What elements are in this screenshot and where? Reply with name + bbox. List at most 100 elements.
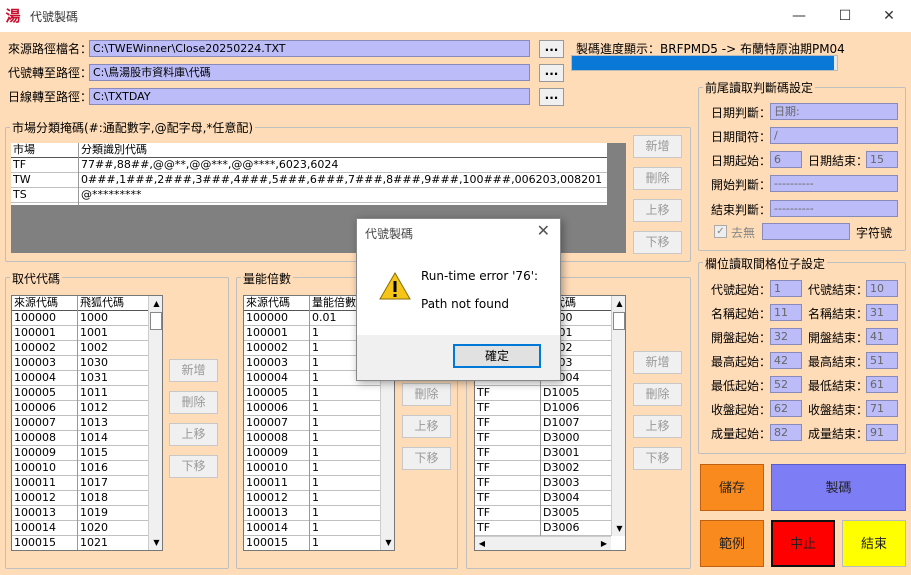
table-cell[interactable]: 1 [310, 461, 380, 476]
table-cell[interactable]: 1002 [78, 341, 148, 356]
table-cell[interactable]: 1031 [78, 371, 148, 386]
table-cell[interactable]: 1016 [78, 461, 148, 476]
table-cell[interactable]: 100007 [244, 416, 310, 431]
table-cell[interactable]: 100014 [244, 521, 310, 536]
table-cell[interactable]: 1 [310, 416, 380, 431]
third-down-button[interactable]: 下移 [633, 447, 682, 470]
column-end-field[interactable]: 71 [866, 400, 898, 417]
table-cell[interactable]: TS [11, 188, 79, 203]
table-cell[interactable]: 1015 [78, 446, 148, 461]
table-cell[interactable]: 1 [310, 431, 380, 446]
table-cell[interactable]: 100003 [12, 356, 78, 371]
end-check-field[interactable]: ---------- [770, 200, 898, 217]
table-cell[interactable]: 1014 [78, 431, 148, 446]
column-end-field[interactable]: 41 [866, 328, 898, 345]
third-delete-button[interactable]: 刪除 [633, 383, 682, 406]
column-start-field[interactable]: 82 [770, 424, 802, 441]
volume-down-button[interactable]: 下移 [402, 447, 451, 470]
stop-button[interactable]: 中止 [771, 520, 835, 567]
remove-char-field[interactable] [762, 223, 850, 240]
column-end-field[interactable]: 10 [866, 280, 898, 297]
daily-path-field[interactable]: C:\TXTDAY [89, 88, 530, 105]
table-cell[interactable]: D1006 [541, 401, 611, 416]
table-cell[interactable]: TF [11, 158, 79, 173]
table-cell[interactable]: 0###,1###,2###,3###,4###,5###,6###,7###,… [79, 173, 607, 188]
table-cell[interactable]: 100007 [12, 416, 78, 431]
table-cell[interactable]: 100015 [12, 536, 78, 550]
table-cell[interactable]: 100004 [244, 371, 310, 386]
table-cell[interactable]: 1019 [78, 506, 148, 521]
table-cell[interactable]: TF [475, 431, 541, 446]
scroll-down-arrow-icon[interactable]: ▼ [612, 521, 625, 536]
table-cell[interactable]: 1018 [78, 491, 148, 506]
code-browse-button[interactable]: ... [539, 64, 564, 82]
table-cell[interactable]: TF [475, 521, 541, 536]
source-browse-button[interactable]: ... [539, 40, 564, 58]
table-cell[interactable]: 1 [310, 446, 380, 461]
table-cell[interactable]: 100009 [244, 446, 310, 461]
exit-button[interactable]: 結束 [842, 520, 906, 567]
table-cell[interactable]: @********* [79, 188, 607, 203]
ok-button[interactable]: 確定 [453, 344, 541, 368]
scroll-right-arrow-icon[interactable]: ▶ [597, 537, 611, 550]
remove-checkbox[interactable]: ✓ [714, 225, 727, 238]
table-cell[interactable]: TW [11, 173, 79, 188]
third-add-button[interactable]: 新增 [633, 351, 682, 374]
table-cell[interactable]: 100015 [244, 536, 310, 550]
scrollbar-thumb[interactable] [613, 312, 625, 330]
table-cell[interactable]: 100008 [244, 431, 310, 446]
column-start-field[interactable]: 52 [770, 376, 802, 393]
column-start-field[interactable]: 32 [770, 328, 802, 345]
date-start-field[interactable]: 6 [770, 151, 802, 168]
table-cell[interactable]: D1005 [541, 386, 611, 401]
table-cell[interactable]: 100010 [244, 461, 310, 476]
table-cell[interactable]: 100012 [244, 491, 310, 506]
replace-delete-button[interactable]: 刪除 [169, 391, 218, 414]
table-cell[interactable]: D3000 [541, 431, 611, 446]
table-cell[interactable]: TF [475, 461, 541, 476]
table-cell[interactable]: 100002 [244, 341, 310, 356]
market-add-button[interactable]: 新增 [633, 135, 682, 158]
column-end-field[interactable]: 31 [866, 304, 898, 321]
market-delete-button[interactable]: 刪除 [633, 167, 682, 190]
table-cell[interactable]: 1 [310, 536, 380, 550]
table-cell[interactable]: TF [475, 506, 541, 521]
table-cell[interactable]: TF [475, 476, 541, 491]
vertical-scrollbar[interactable]: ▲▼ [611, 296, 625, 536]
table-cell[interactable]: 100006 [12, 401, 78, 416]
table-cell[interactable]: 1 [310, 401, 380, 416]
table-cell[interactable]: 100014 [12, 521, 78, 536]
column-end-field[interactable]: 91 [866, 424, 898, 441]
table-cell[interactable]: 1011 [78, 386, 148, 401]
table-cell[interactable]: 100000 [244, 311, 310, 326]
table-cell[interactable]: 1013 [78, 416, 148, 431]
table-cell[interactable]: 100010 [12, 461, 78, 476]
table-cell[interactable]: D3002 [541, 461, 611, 476]
table-cell[interactable]: 100004 [12, 371, 78, 386]
table-cell[interactable]: D3003 [541, 476, 611, 491]
table-cell[interactable]: 100003 [244, 356, 310, 371]
code-path-field[interactable]: C:\鳥湯股市資料庫\代碼 [89, 64, 530, 81]
horizontal-scrollbar[interactable]: ◀ ▶ [475, 536, 611, 550]
third-up-button[interactable]: 上移 [633, 415, 682, 438]
table-cell[interactable]: 1 [310, 506, 380, 521]
table-cell[interactable]: 100009 [12, 446, 78, 461]
table-cell[interactable]: 100001 [244, 326, 310, 341]
replace-up-button[interactable]: 上移 [169, 423, 218, 446]
table-cell[interactable]: D1007 [541, 416, 611, 431]
table-cell[interactable]: 1020 [78, 521, 148, 536]
scroll-down-arrow-icon[interactable]: ▼ [381, 535, 394, 550]
table-cell[interactable]: TF [475, 446, 541, 461]
table-cell[interactable]: 100012 [12, 491, 78, 506]
table-cell[interactable]: TF [475, 401, 541, 416]
table-cell[interactable]: 1000 [78, 311, 148, 326]
table-cell[interactable]: 1012 [78, 401, 148, 416]
table-cell[interactable]: D3005 [541, 506, 611, 521]
table-cell[interactable]: 1021 [78, 536, 148, 550]
table-cell[interactable]: D3006 [541, 521, 611, 536]
table-cell[interactable]: 100006 [244, 401, 310, 416]
example-button[interactable]: 範例 [700, 520, 764, 567]
make-code-button[interactable]: 製碼 [771, 464, 906, 511]
maximize-button[interactable]: ☐ [822, 0, 868, 32]
scroll-up-arrow-icon[interactable]: ▲ [149, 296, 162, 311]
